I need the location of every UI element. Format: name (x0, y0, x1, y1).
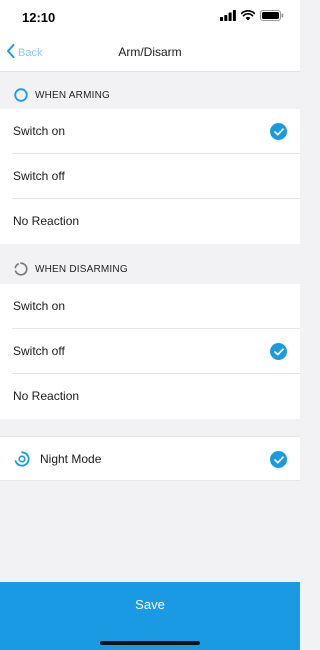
page-title: Arm/Disarm (118, 45, 182, 59)
nav-bar: Back Arm/Disarm (0, 34, 300, 72)
option-arming-no-reaction[interactable]: No Reaction (0, 199, 300, 244)
checkmark-icon (270, 123, 287, 140)
option-disarming-no-reaction[interactable]: No Reaction (0, 374, 300, 419)
checkmark-icon (270, 343, 287, 360)
wifi-icon (240, 8, 256, 26)
ring-icon (14, 88, 28, 102)
dashed-ring-icon (14, 262, 28, 276)
section-header-disarming: WHEN DISARMING (0, 250, 300, 288)
option-label: No Reaction (13, 214, 80, 228)
home-indicator (100, 641, 200, 645)
option-label: Switch on (13, 299, 66, 313)
night-mode-label: Night Mode (40, 452, 102, 466)
status-time: 12:10 (22, 10, 56, 25)
night-mode-icon (14, 451, 30, 467)
section-label-arming: WHEN ARMING (35, 89, 110, 101)
option-label: Switch off (13, 169, 65, 183)
option-disarming-switch-on[interactable]: Switch on (0, 284, 300, 329)
save-button[interactable]: Save (0, 582, 300, 626)
option-disarming-switch-off[interactable]: Switch off (0, 329, 300, 374)
status-icons (220, 8, 284, 26)
section-label-disarming: WHEN DISARMING (35, 263, 128, 275)
battery-icon (260, 8, 284, 26)
option-label: Switch off (13, 344, 65, 358)
home-strip (0, 626, 300, 650)
option-label: No Reaction (13, 389, 80, 403)
night-mode-row[interactable]: Night Mode (0, 436, 300, 481)
signal-icon (220, 8, 236, 26)
option-label: Switch on (13, 124, 66, 138)
checkmark-icon (270, 451, 287, 468)
status-bar: 12:10 (0, 0, 300, 34)
option-arming-switch-off[interactable]: Switch off (0, 154, 300, 199)
option-arming-switch-on[interactable]: Switch on (0, 109, 300, 154)
